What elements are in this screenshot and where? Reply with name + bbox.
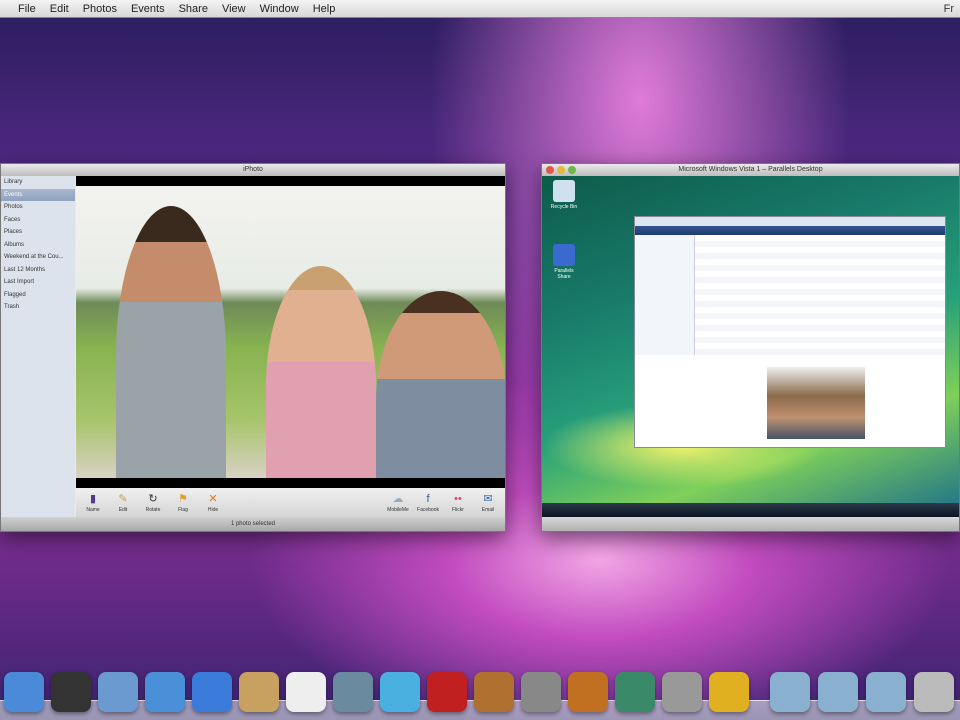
dock-preview-icon[interactable]: [98, 672, 138, 712]
dock-documents-icon[interactable]: [818, 672, 858, 712]
menu-events[interactable]: Events: [131, 3, 165, 15]
button-label: Name: [86, 506, 100, 513]
photo: [76, 186, 505, 478]
email-icon: ✉: [483, 492, 493, 505]
minimize-button[interactable]: [557, 166, 565, 174]
icon-label: Recycle Bin: [550, 204, 578, 210]
dock-dashboard-icon[interactable]: [51, 672, 91, 712]
flickr-icon: ••: [454, 492, 462, 505]
menu-window[interactable]: Window: [260, 3, 299, 15]
menu-edit[interactable]: Edit: [50, 3, 69, 15]
preview-image: [767, 367, 865, 439]
dock-system-preferences-icon[interactable]: [662, 672, 702, 712]
dock-ichat-icon[interactable]: [192, 672, 232, 712]
window-title: Microsoft Windows Vista 1 – Parallels De…: [678, 166, 823, 173]
menu-bar: File Edit Photos Events Share View Window Help F…: [0, 0, 960, 18]
sidebar-item[interactable]: Trash: [1, 301, 75, 314]
info-icon: ▮: [89, 492, 97, 505]
rotate-button[interactable]: ↻ Rotate: [140, 492, 166, 513]
sidebar-item[interactable]: Last 12 Months: [1, 264, 75, 277]
button-label: Facebook: [417, 506, 439, 513]
parallels-share-icon[interactable]: Parallels Share: [548, 244, 580, 280]
flag-icon: ⚑: [178, 492, 188, 505]
icon-label: Parallels Share: [554, 268, 574, 280]
dock-garageband-icon[interactable]: [568, 672, 608, 712]
name-button[interactable]: ▮ Name: [80, 492, 106, 513]
button-label: Flag: [178, 506, 188, 513]
edit-button[interactable]: ✎ Edit: [110, 492, 136, 513]
recycle-bin-icon[interactable]: Recycle Bin: [548, 180, 580, 210]
dock-iphoto-icon[interactable]: [333, 672, 373, 712]
dock-time-machine-icon[interactable]: [615, 672, 655, 712]
facebook-icon: f: [426, 492, 430, 505]
pencil-icon: ✎: [118, 492, 128, 505]
dock-applications-icon[interactable]: [770, 672, 810, 712]
dock-trash-icon[interactable]: [914, 672, 954, 712]
dock-image-capture-icon[interactable]: [474, 672, 514, 712]
rotate-icon: ↻: [148, 492, 158, 505]
dock-imovie-icon[interactable]: [521, 672, 561, 712]
sidebar-item[interactable]: Faces: [1, 214, 75, 227]
dock: [0, 668, 960, 720]
status-text: 1 photo selected: [230, 521, 276, 527]
iphoto-window: iPhoto Library Events Photos Faces Places Alb…: [0, 163, 506, 532]
sidebar-item[interactable]: Last Import: [1, 276, 75, 289]
vista-taskbar[interactable]: [542, 503, 959, 517]
hide-x-icon: ✕: [208, 492, 218, 505]
flickr-button[interactable]: •• Flickr: [445, 492, 471, 513]
parallels-window: Microsoft Windows Vista 1 – Parallels De…: [541, 163, 960, 532]
menu-photos[interactable]: Photos: [83, 3, 117, 15]
title-bar[interactable]: Microsoft Windows Vista 1 – Parallels De…: [542, 164, 959, 176]
button-label: Flickr: [452, 506, 464, 513]
facebook-button[interactable]: f Facebook: [415, 492, 441, 513]
dock-address-book-icon[interactable]: [239, 672, 279, 712]
sidebar-item[interactable]: Places: [1, 226, 75, 239]
menu-extra[interactable]: Fr: [944, 3, 954, 15]
sidebar-item[interactable]: Weekend at the Cou...: [1, 251, 75, 264]
sidebar-item[interactable]: Library: [1, 176, 75, 189]
mobileme-icon: ☁: [392, 492, 404, 505]
button-label: MobileMe: [387, 506, 409, 513]
dock-ical-icon[interactable]: [286, 672, 326, 712]
dock-finder-icon[interactable]: [4, 672, 44, 712]
parallels-status-bar: [542, 517, 959, 531]
menu-help[interactable]: Help: [313, 3, 336, 15]
explorer-window[interactable]: [634, 216, 946, 448]
title-bar[interactable]: iPhoto: [1, 164, 505, 176]
sidebar-item[interactable]: Photos: [1, 201, 75, 214]
zoom-button[interactable]: [568, 166, 576, 174]
menu-file[interactable]: File: [18, 3, 36, 15]
window-title: iPhoto: [243, 166, 263, 173]
dock-parallels-icon[interactable]: [709, 672, 749, 712]
sidebar-item[interactable]: Albums: [1, 239, 75, 252]
menu-share[interactable]: Share: [179, 3, 208, 15]
sidebar-item[interactable]: Events: [1, 188, 75, 201]
close-button[interactable]: [546, 166, 554, 174]
dock-safari-icon[interactable]: [145, 672, 185, 712]
button-label: Email: [481, 506, 495, 513]
mobileme-button[interactable]: ☁ MobileMe: [385, 492, 411, 513]
dock-downloads-icon[interactable]: [866, 672, 906, 712]
photo-viewer[interactable]: [76, 176, 505, 488]
dock-photo-booth-icon[interactable]: [427, 672, 467, 712]
button-label: Hide: [207, 506, 219, 513]
vista-desktop: Recycle Bin Parallels Share: [542, 176, 959, 517]
menu-view[interactable]: View: [222, 3, 246, 15]
source-list: Library Events Photos Faces Places Albums Week…: [1, 176, 75, 517]
button-label: Rotate: [145, 506, 161, 513]
button-label: Edit: [118, 506, 128, 513]
status-bar: 1 photo selected: [1, 517, 505, 531]
hide-button[interactable]: ✕ Hide: [200, 492, 226, 513]
dock-itunes-icon[interactable]: [380, 672, 420, 712]
email-button[interactable]: ✉ Email: [475, 492, 501, 513]
iphoto-toolbar: ▮ Name ✎ Edit ↻ Rotate ⚑ Flag ✕ Hide ☁ MobileMe f Fac…: [76, 488, 505, 518]
sidebar-item[interactable]: Flagged: [1, 289, 75, 302]
flag-button[interactable]: ⚑ Flag: [170, 492, 196, 513]
